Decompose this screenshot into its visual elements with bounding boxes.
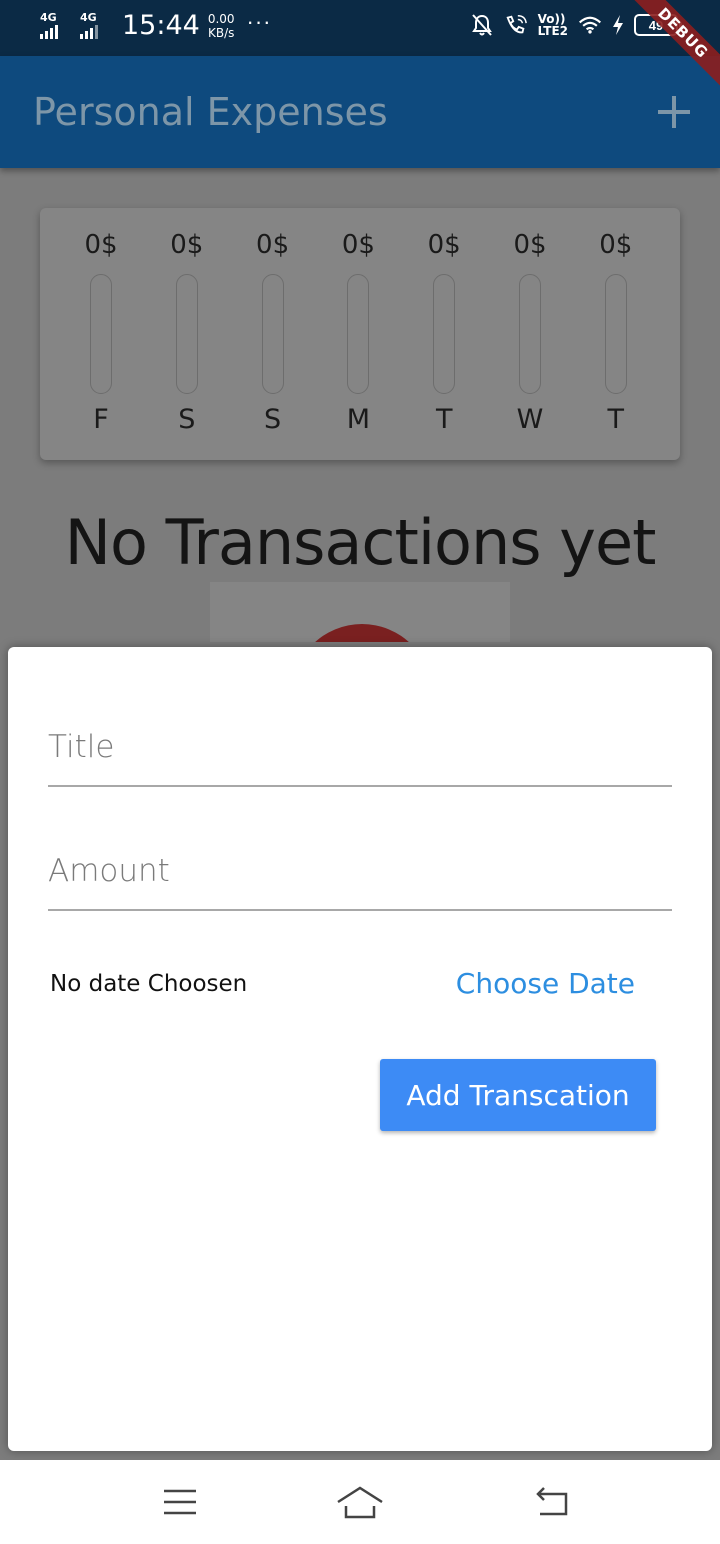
empty-state-message: No Transactions yet — [64, 506, 657, 579]
bar-track — [519, 274, 541, 394]
wifi-calling-icon — [504, 12, 528, 38]
app-bar: Personal Expenses — [0, 56, 720, 168]
date-status-text: No date Choosen — [50, 971, 248, 997]
speed-unit: KB/s — [207, 25, 235, 40]
bar-day-label: F — [93, 404, 109, 435]
date-row: No date Choosen Choose Date — [50, 967, 650, 1007]
speed-value: 0.00 — [207, 11, 235, 26]
bar-track — [604, 274, 627, 394]
bar-amount: 0$ — [427, 230, 461, 260]
bar-track — [261, 274, 284, 394]
bar-day-label: M — [346, 404, 371, 435]
amount-input[interactable] — [48, 841, 672, 901]
mute-bell-icon — [470, 12, 494, 38]
chart-bar-4: 0$ T — [414, 230, 474, 435]
charging-icon — [612, 12, 624, 38]
bar-day-label: T — [607, 404, 625, 435]
menu-icon[interactable] — [155, 1480, 205, 1524]
choose-date-button[interactable]: Choose Date — [456, 967, 635, 1000]
network-speed: 0.00 KB/s — [208, 12, 235, 40]
empty-state-image — [210, 582, 510, 642]
bar-day-label: T — [435, 404, 453, 435]
title-field — [48, 717, 672, 787]
bar-amount: 0$ — [599, 230, 633, 260]
chart-bar-0: 0$ F — [71, 230, 131, 435]
status-bar: 4G 4G 15:44 0.00 KB/s ··· Vo)) LTE2 49 — [0, 0, 720, 56]
system-nav-bar — [0, 1460, 720, 1544]
bar-track — [175, 274, 198, 394]
weekly-chart-card: 0$ F 0$ S 0$ S 0$ M 0$ T 0$ W 0$ T — [40, 208, 680, 460]
bar-track — [90, 274, 112, 394]
signal-2-icon: 4G — [78, 11, 112, 41]
signal-1-icon: 4G — [38, 11, 72, 41]
app-title: Personal Expenses — [33, 90, 388, 134]
chart-bar-5: 0$ W — [500, 230, 560, 435]
status-right: Vo)) LTE2 49 — [470, 12, 682, 38]
chart-bar-3: 0$ M — [328, 230, 388, 435]
plus-icon[interactable] — [656, 94, 692, 130]
title-input[interactable] — [48, 717, 672, 777]
status-time: 15:44 — [122, 10, 200, 41]
bar-amount: 0$ — [170, 230, 204, 260]
status-left: 4G 4G 15:44 0.00 KB/s ··· — [38, 8, 272, 41]
more-notifications-icon: ··· — [246, 8, 272, 34]
home-icon[interactable] — [335, 1480, 385, 1524]
chart-bar-1: 0$ S — [157, 230, 217, 435]
bar-day-label: S — [178, 404, 196, 435]
bar-amount: 0$ — [256, 230, 290, 260]
wifi-icon — [578, 12, 602, 38]
bar-amount: 0$ — [84, 230, 118, 260]
add-transaction-button[interactable]: Add Transcation — [380, 1059, 656, 1131]
chart-bar-2: 0$ S — [243, 230, 303, 435]
bar-amount: 0$ — [341, 230, 375, 260]
back-icon[interactable] — [525, 1480, 575, 1524]
network-type-1: 4G — [40, 10, 57, 24]
network-type-2: 4G — [80, 10, 97, 24]
bar-day-label: W — [516, 404, 544, 435]
bar-track — [433, 274, 456, 394]
volte-icon: Vo)) LTE2 — [538, 13, 568, 37]
bar-track — [347, 274, 370, 394]
bar-day-label: S — [264, 404, 282, 435]
amount-field — [48, 841, 672, 911]
new-transaction-sheet: No date Choosen Choose Date Add Transcat… — [8, 647, 712, 1451]
volte-bottom: LTE2 — [537, 24, 568, 38]
chart-bar-6: 0$ T — [586, 230, 646, 435]
bar-amount: 0$ — [513, 230, 547, 260]
